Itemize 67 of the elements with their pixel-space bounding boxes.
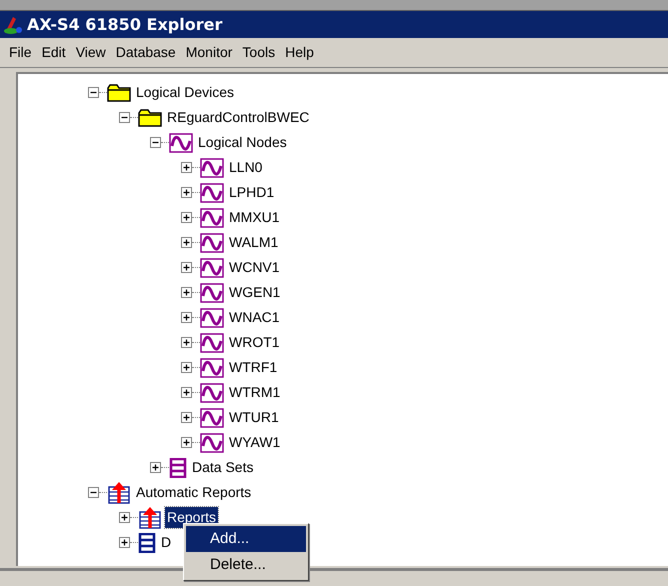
menu-item[interactable]: Database (110, 42, 181, 63)
menu-item[interactable]: Edit (36, 42, 71, 63)
expand-toggle[interactable] (181, 187, 192, 198)
expand-toggle[interactable] (181, 287, 192, 298)
waveform-icon (200, 432, 224, 452)
report-upload-icon (107, 482, 131, 504)
expand-toggle[interactable] (150, 462, 161, 473)
expand-toggle[interactable] (181, 387, 192, 398)
tree-item[interactable]: REguardControlBWEC (165, 107, 312, 128)
menu-option[interactable]: Add... (186, 526, 306, 552)
tree-item[interactable]: WALM1 (227, 232, 280, 253)
tree-item[interactable]: Automatic Reports (134, 482, 254, 503)
expand-toggle[interactable] (181, 312, 192, 323)
expand-toggle[interactable] (119, 537, 130, 548)
waveform-icon (169, 132, 193, 152)
expand-toggle[interactable] (181, 437, 192, 448)
stacked-list-icon (138, 532, 156, 552)
waveform-icon (200, 208, 224, 228)
menu-item[interactable]: File (4, 42, 37, 63)
tree-item[interactable]: WYAW1 (227, 432, 282, 453)
collapse-toggle[interactable] (88, 487, 99, 498)
stacked-list-icon (169, 458, 187, 478)
menu-option[interactable]: Delete... (186, 552, 306, 578)
expand-toggle[interactable] (181, 262, 192, 273)
tree-item[interactable]: WTUR1 (227, 407, 281, 428)
expand-toggle[interactable] (181, 237, 192, 248)
waveform-icon (200, 282, 224, 302)
collapse-toggle[interactable] (119, 112, 130, 123)
tree-item[interactable]: MMXU1 (227, 207, 282, 228)
expand-toggle[interactable] (181, 362, 192, 373)
tree-item[interactable]: WGEN1 (227, 282, 282, 303)
expand-toggle[interactable] (181, 337, 192, 348)
waveform-icon (200, 408, 224, 428)
waveform-icon (200, 182, 224, 202)
expand-toggle[interactable] (181, 162, 192, 173)
expand-toggle[interactable] (119, 512, 130, 523)
menu-item[interactable]: Help (280, 42, 319, 63)
tree-item[interactable]: Data Sets (190, 457, 256, 478)
tree-item[interactable]: LLN0 (227, 157, 264, 178)
tree-item[interactable]: LPHD1 (227, 182, 276, 203)
tree-item[interactable]: Logical Devices (134, 82, 236, 103)
collapse-toggle[interactable] (150, 137, 161, 148)
tree-item[interactable]: WTRF1 (227, 357, 280, 378)
tree-item[interactable]: D (159, 532, 174, 553)
folder-icon (138, 108, 162, 126)
app-logo-icon (3, 14, 23, 34)
waveform-icon (200, 308, 224, 328)
waveform-icon (200, 332, 224, 352)
waveform-icon (200, 358, 224, 378)
tree-item[interactable]: WTRM1 (227, 382, 282, 403)
waveform-icon (200, 382, 224, 402)
waveform-icon (200, 258, 224, 278)
report-upload-icon (138, 506, 162, 528)
menu-item[interactable]: Tools (237, 42, 280, 63)
tree-item[interactable]: Logical Nodes (196, 132, 289, 153)
waveform-icon (200, 232, 224, 252)
menu-item[interactable]: Monitor (180, 42, 238, 63)
menu-item[interactable]: View (70, 42, 111, 63)
expand-toggle[interactable] (181, 212, 192, 223)
folder-icon (107, 84, 131, 102)
waveform-icon (200, 158, 224, 178)
expand-toggle[interactable] (181, 412, 192, 423)
tree-item[interactable]: WCNV1 (227, 257, 282, 278)
tree-item[interactable]: WNAC1 (227, 307, 282, 328)
collapse-toggle[interactable] (88, 87, 99, 98)
tree-item[interactable]: WROT1 (227, 332, 282, 353)
window-title: AX-S4 61850 Explorer (27, 14, 222, 36)
